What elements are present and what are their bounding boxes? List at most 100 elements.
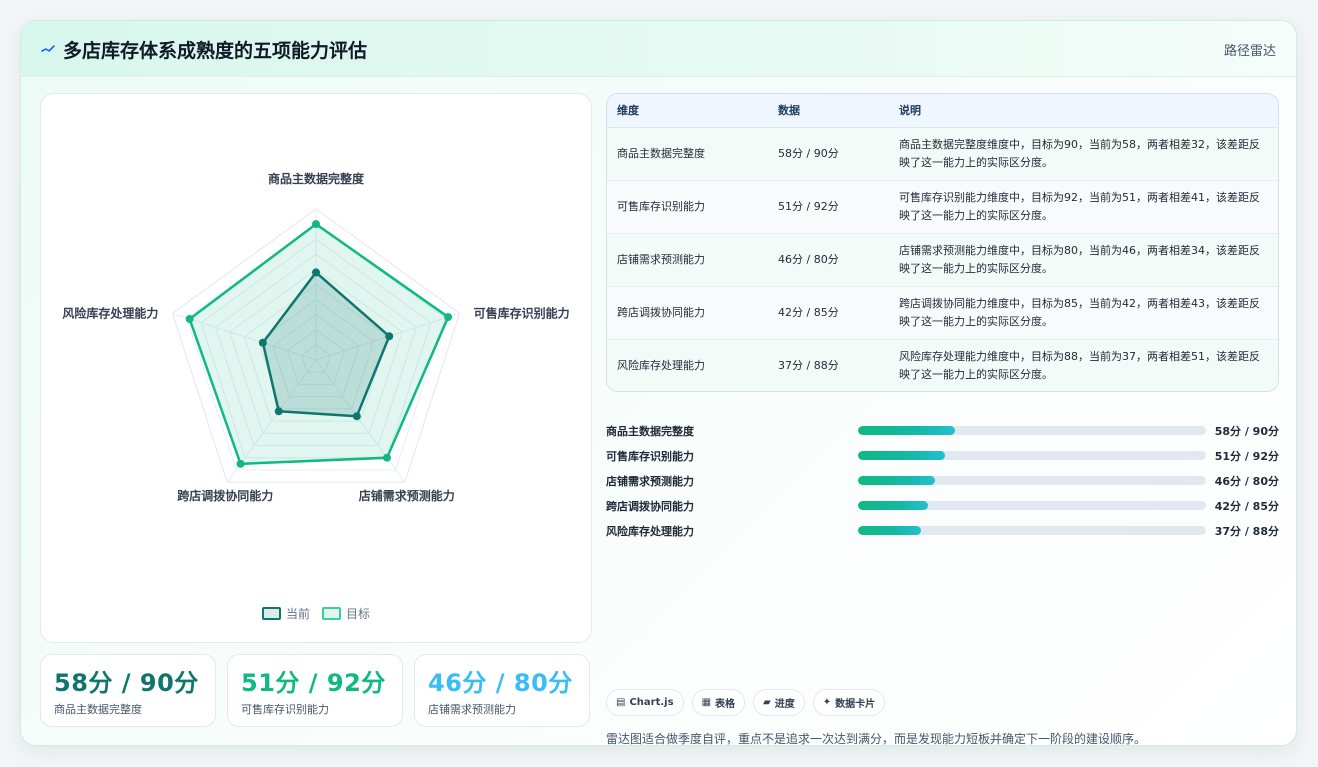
column-header: 说明 [889,94,1278,128]
radar-axis-label: 可售库存识别能力 [474,305,570,320]
kpi-label: 店铺需求预测能力 [428,703,516,716]
progress-track [858,426,1206,435]
progress-value: 51分 / 92分 [1214,450,1279,463]
progress-label: 店铺需求预测能力 [606,475,694,488]
legend-swatch-target [322,607,341,620]
progress-row: 店铺需求预测能力 46分 / 80分 [606,470,1279,490]
progress-label: 商品主数据完整度 [606,425,694,438]
data-table: 维度 数据 说明 商品主数据完整度 58分 / 90分 商品主数据完整度维度中，… [606,93,1279,392]
radar-chart: 商品主数据完整度可售库存识别能力店铺需求预测能力 跨店调拨协同能力 风险库存处理能力 [62,171,570,503]
card-header: 多店库存体系成熟度的五项能力评估 路径雷达 [21,21,1296,77]
kpi-card: 46分 / 80分 店铺需求预测能力 [414,654,590,727]
chip-label: Chart.js [629,697,674,708]
radar-point [383,453,392,462]
radar-point [312,268,320,277]
progress-track [858,476,1206,485]
chip-chartjs[interactable]: ▤ Chart.js [606,689,684,716]
radar-axis-label: 商品主数据完整度 [268,171,365,186]
radar-axis-label: 店铺需求预测能力 [359,488,455,503]
progress-value: 37分 / 88分 [1214,525,1279,538]
cell-value: 51分 / 92分 [778,199,839,213]
chip-label: 表格 [715,699,736,710]
chip-label: 数据卡片 [835,699,876,710]
chip-list: ▤ Chart.js ▦ 表格 ▰ 进度 ✦ 数据卡片 [606,689,886,716]
assessment-card: 多店库存体系成熟度的五项能力评估 路径雷达 商品主数据完整度 可售库存识别能力 店铺… [20,20,1297,746]
progress-label: 可售库存识别能力 [606,450,694,463]
radar-point [236,459,245,468]
legend-swatch-current [261,607,281,620]
radar-point [258,338,267,347]
route-radar-link[interactable]: 路径雷达 [1224,40,1276,59]
progress-fill [858,476,935,485]
progress-label: 跨店调拨协同能力 [606,500,694,513]
table-row: 店铺需求预测能力 46分 / 80分 店铺需求预测能力维度中，目标为80，当前为… [607,233,1278,286]
table-header-row: 维度 数据 说明 [607,94,1278,128]
table-icon: ▦ [701,697,712,708]
cell-dimension: 可售库存识别能力 [617,199,705,213]
column-header: 数据 [768,94,889,128]
progress-label: 风险库存处理能力 [606,525,694,538]
kpi-card: 58分 / 90分 商品主数据完整度 [40,654,216,727]
cell-description: 店铺需求预测能力维度中，目标为80，当前为46，两者相差34，该差距反映了这一能… [899,243,1260,275]
cell-dimension: 店铺需求预测能力 [617,252,705,266]
radar-point [385,332,394,341]
legend-item-current[interactable]: 当前 [261,605,310,622]
kpi-label: 可售库存识别能力 [241,703,329,716]
progress-fill [858,451,945,460]
card-icon: ✦ [822,697,832,708]
radar-axis-label: 风险库存处理能力 [62,305,158,320]
radar-point [274,407,283,416]
cell-description: 风险库存处理能力维度中，目标为88，当前为37，两者相差51，该差距反映了这一能… [899,349,1260,381]
radar-point [352,412,361,421]
cell-description: 可售库存识别能力维度中，目标为92，当前为51，两者相差41，该差距反映了这一能… [899,190,1260,222]
progress-value: 58分 / 90分 [1214,425,1279,438]
chart-legend: 当前 目标 [41,605,591,622]
cell-value: 46分 / 80分 [778,252,839,266]
kpi-value: 58分 / 90分 [54,669,199,697]
table-row: 风险库存处理能力 37分 / 88分 风险库存处理能力维度中，目标为88，当前为… [607,339,1278,391]
cell-value: 37分 / 88分 [778,358,839,372]
chip-label: 进度 [774,699,795,710]
kpi-card: 51分 / 92分 可售库存识别能力 [227,654,403,727]
progress-track [858,526,1206,535]
legend-label-target: 目标 [346,607,371,621]
chip-progress[interactable]: ▰ 进度 [753,689,805,716]
table-row: 可售库存识别能力 51分 / 92分 可售库存识别能力维度中，目标为92，当前为… [607,180,1278,233]
radar-point [444,313,453,322]
progress-track [858,451,1206,460]
progress-row: 风险库存处理能力 37分 / 88分 [606,520,1279,540]
cell-dimension: 跨店调拨协同能力 [617,305,705,319]
cell-dimension: 风险库存处理能力 [617,358,705,372]
pulse-icon [41,45,55,52]
table-row: 跨店调拨协同能力 42分 / 85分 跨店调拨协同能力维度中，目标为85，当前为… [607,286,1278,339]
chip-data-card[interactable]: ✦ 数据卡片 [812,689,886,716]
kpi-value: 51分 / 92分 [241,669,386,697]
page-title: 多店库存体系成熟度的五项能力评估 [63,40,368,62]
progress-track [858,501,1206,510]
progress-row: 可售库存识别能力 51分 / 92分 [606,445,1279,465]
kpi-value: 46分 / 80分 [428,669,573,697]
kpi-row: 58分 / 90分 商品主数据完整度 51分 / 92分 可售库存识别能力 46… [40,654,592,727]
cell-value: 58分 / 90分 [778,146,839,160]
table-row: 商品主数据完整度 58分 / 90分 商品主数据完整度维度中，目标为90，当前为… [607,127,1278,180]
cell-value: 42分 / 85分 [778,305,839,319]
cell-description: 商品主数据完整度维度中，目标为90，当前为58，两者相差32，该差距反映了这一能… [899,137,1260,169]
progress-icon: ▰ [763,697,771,708]
progress-row: 商品主数据完整度 58分 / 90分 [606,420,1279,440]
footnote: 雷达图适合做季度自评，重点不是追求一次达到满分，而是发现能力短板并确定下一阶段的… [606,732,1147,746]
progress-fill [858,526,921,535]
card-body: 商品主数据完整度 可售库存识别能力 店铺需求预测能力 跨店调拨协同能力 风险库存处理能力… [21,78,1296,746]
progress-fill [858,426,956,435]
kpi-label: 商品主数据完整度 [54,703,142,716]
column-header: 维度 [607,94,768,128]
legend-item-target[interactable]: 目标 [322,605,370,622]
legend-label-current: 当前 [285,607,310,621]
chip-table[interactable]: ▦ 表格 [691,689,746,716]
radar-point [312,220,320,229]
progress-value: 42分 / 85分 [1214,500,1279,513]
cell-dimension: 商品主数据完整度 [617,146,705,160]
chart-icon: ▤ [616,697,626,708]
cell-description: 跨店调拨协同能力维度中，目标为85，当前为42，两者相差43，该差距反映了这一能… [899,296,1260,328]
progress-value: 46分 / 80分 [1214,475,1279,488]
progress-fill [858,501,928,510]
